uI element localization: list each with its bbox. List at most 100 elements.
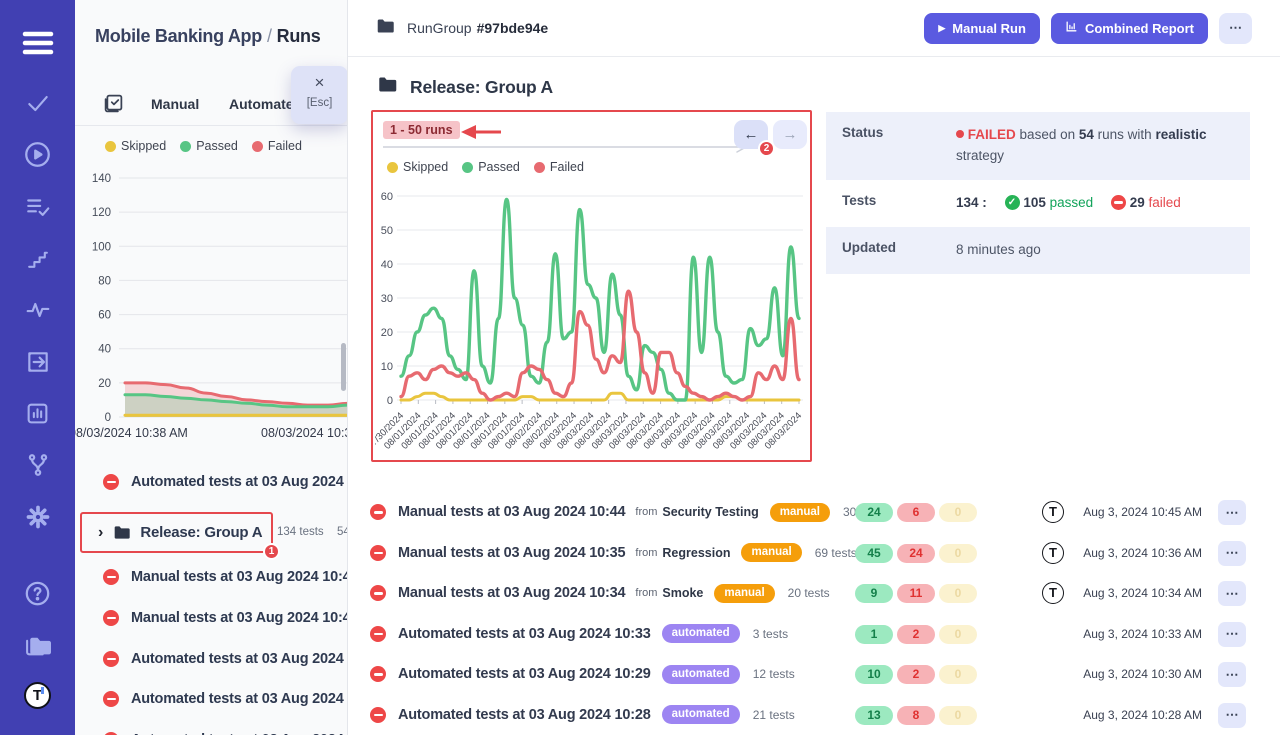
sidebar-item-run[interactable]: Automated tests at 03 Aug 2024 10 <box>103 687 348 711</box>
tab-manual[interactable]: Manual <box>151 96 199 112</box>
run-suite-name: Security Testing <box>662 505 758 519</box>
run-title[interactable]: Manual tests at 03 Aug 2024 10:42 <box>131 610 348 626</box>
run-more-button[interactable]: ⋯ <box>1218 703 1246 728</box>
run-title[interactable]: Automated tests at 03 Aug 2024 10:33 <box>398 626 651 642</box>
chevron-right-icon[interactable]: › <box>98 526 103 540</box>
run-title[interactable]: Automated tests at 03 Aug 2024 10 <box>131 474 348 490</box>
svg-text:50: 50 <box>381 225 393 237</box>
run-row[interactable]: Manual tests at 03 Aug 2024 10:44 from S… <box>370 492 1246 533</box>
gear-icon[interactable] <box>0 500 75 534</box>
legend-item-skipped[interactable]: Skipped <box>387 160 448 174</box>
play-circle-icon[interactable] <box>0 137 75 171</box>
status-runs-count: 54 <box>1079 127 1094 142</box>
run-row[interactable]: Automated tests at 03 Aug 2024 10:29 aut… <box>370 654 1246 695</box>
run-type-badge: automated <box>662 705 740 724</box>
esc-close-popup[interactable]: × [Esc] <box>291 66 348 124</box>
failed-status-icon <box>103 691 119 707</box>
failed-status-icon <box>103 474 119 490</box>
folder-icon <box>113 525 130 540</box>
run-row[interactable]: Manual tests at 03 Aug 2024 10:35 from R… <box>370 533 1246 574</box>
runs-range-label: 1 - 50 runs <box>383 121 460 139</box>
run-row[interactable]: Automated tests at 03 Aug 2024 10:28 aut… <box>370 695 1246 735</box>
svg-text:140: 140 <box>92 173 111 185</box>
run-timestamp: Aug 3, 2024 10:28 AM <box>1083 708 1202 722</box>
reporter-logo-icon: T <box>1042 542 1064 564</box>
help-icon[interactable] <box>0 576 75 610</box>
run-more-button[interactable]: ⋯ <box>1218 500 1246 525</box>
updated-value: 8 minutes ago <box>956 227 1250 274</box>
failed-status-icon <box>103 651 119 667</box>
release-group-highlight[interactable]: ›Release: Group A <box>80 512 273 553</box>
sign-in-icon[interactable] <box>0 345 75 379</box>
bar-chart-icon[interactable] <box>0 396 75 430</box>
legend-label: Passed <box>196 139 238 153</box>
run-more-button[interactable]: ⋯ <box>1218 541 1246 566</box>
run-timestamp: Aug 3, 2024 10:34 AM <box>1083 586 1202 600</box>
steps-icon[interactable] <box>0 242 75 276</box>
run-more-button[interactable]: ⋯ <box>1218 581 1246 606</box>
combined-report-button[interactable]: Combined Report <box>1051 13 1208 44</box>
close-icon[interactable]: × <box>291 74 348 91</box>
sidebar-item-run[interactable]: Manual tests at 03 Aug 2024 10:42 <box>103 606 348 630</box>
legend-item-failed[interactable]: Failed <box>252 139 302 153</box>
run-title[interactable]: Automated tests at 03 Aug 2024 10:29 <box>398 666 651 682</box>
run-tests-count: 3 tests <box>753 627 788 641</box>
status-strategy: realistic <box>1155 127 1206 142</box>
legend-item-passed[interactable]: Passed <box>180 139 238 153</box>
logo-icon: T <box>24 682 51 709</box>
run-row[interactable]: Automated tests at 03 Aug 2024 10:33 aut… <box>370 614 1246 655</box>
manual-run-button[interactable]: ▶ Manual Run <box>924 13 1040 44</box>
check-icon[interactable] <box>0 86 75 120</box>
panel-divider <box>75 125 348 126</box>
run-title[interactable]: Manual tests at 03 Aug 2024 10:44 <box>398 504 625 520</box>
git-branch-icon[interactable] <box>0 448 75 482</box>
run-more-button[interactable]: ⋯ <box>1218 622 1246 647</box>
run-title[interactable]: Manual tests at 03 Aug 2024 10:34 <box>398 585 625 601</box>
tests-failed-word: failed <box>1148 195 1180 210</box>
logo-icon[interactable]: T <box>0 678 75 712</box>
failed-count-pill: 24 <box>897 544 935 563</box>
svg-text:0: 0 <box>105 412 111 424</box>
run-timestamp: Aug 3, 2024 10:45 AM <box>1083 505 1202 519</box>
run-title[interactable]: Automated tests at 03 Aug 2024 10 <box>131 651 348 667</box>
failed-count-pill: 2 <box>897 665 935 684</box>
sidebar-item-run[interactable]: Manual tests at 03 Aug 2024 10:43 <box>103 565 348 589</box>
run-title[interactable]: Manual tests at 03 Aug 2024 10:35 <box>398 545 625 561</box>
mini-chart-x-label-end: 08/03/2024 10:39 <box>261 426 348 440</box>
annotation-badge-1: 1 <box>263 543 280 560</box>
sidebar-item-release-group[interactable]: ›Release: Group A134 tests54 r1 <box>75 512 348 558</box>
run-type-badge: manual <box>741 543 801 562</box>
sidebar-item-run[interactable]: Automated tests at 03 Aug 2024 1 <box>103 728 348 735</box>
main-content: RunGroup #97bde94e ▶ Manual Run Combined… <box>348 0 1280 735</box>
sidebar-item-run[interactable]: Automated tests at 03 Aug 2024 10 <box>103 470 348 494</box>
select-checklist-icon[interactable] <box>103 93 124 119</box>
failed-dot-icon <box>534 162 545 173</box>
menu-icon[interactable] <box>0 26 75 60</box>
svg-text:120: 120 <box>92 207 111 219</box>
mini-chart-x-label-start: 08/03/2024 10:38 AM <box>75 426 188 440</box>
list-check-icon[interactable] <box>0 190 75 224</box>
run-type-badge: automated <box>662 624 740 643</box>
run-type-badge: manual <box>714 584 774 603</box>
passed-count-pill: 9 <box>855 584 893 603</box>
next-runs-button[interactable]: → <box>773 120 807 149</box>
run-title[interactable]: Manual tests at 03 Aug 2024 10:43 <box>131 569 348 585</box>
run-row[interactable]: Manual tests at 03 Aug 2024 10:34 from S… <box>370 573 1246 614</box>
sidebar-item-run[interactable]: Automated tests at 03 Aug 2024 10 <box>103 647 348 671</box>
esc-hint-label: [Esc] <box>291 97 348 109</box>
breadcrumb-project[interactable]: Mobile Banking App <box>95 26 262 46</box>
legend-item-skipped[interactable]: Skipped <box>105 139 166 153</box>
panel-scrollbar-thumb[interactable] <box>341 343 346 391</box>
legend-item-passed[interactable]: Passed <box>462 160 520 174</box>
legend-item-failed[interactable]: Failed <box>534 160 584 174</box>
header-more-button[interactable]: ⋯ <box>1219 13 1252 44</box>
passed-count-pill: 24 <box>855 503 893 522</box>
folder-icon[interactable] <box>0 628 75 662</box>
run-title[interactable]: Automated tests at 03 Aug 2024 10:28 <box>398 707 651 723</box>
run-title[interactable]: Automated tests at 03 Aug 2024 10 <box>131 691 348 707</box>
passed-count-pill: 13 <box>855 706 893 725</box>
pulse-icon[interactable] <box>0 293 75 327</box>
runs-overview-chart: 140120100806040200 <box>75 158 348 426</box>
legend-label: Skipped <box>121 139 166 153</box>
run-more-button[interactable]: ⋯ <box>1218 662 1246 687</box>
